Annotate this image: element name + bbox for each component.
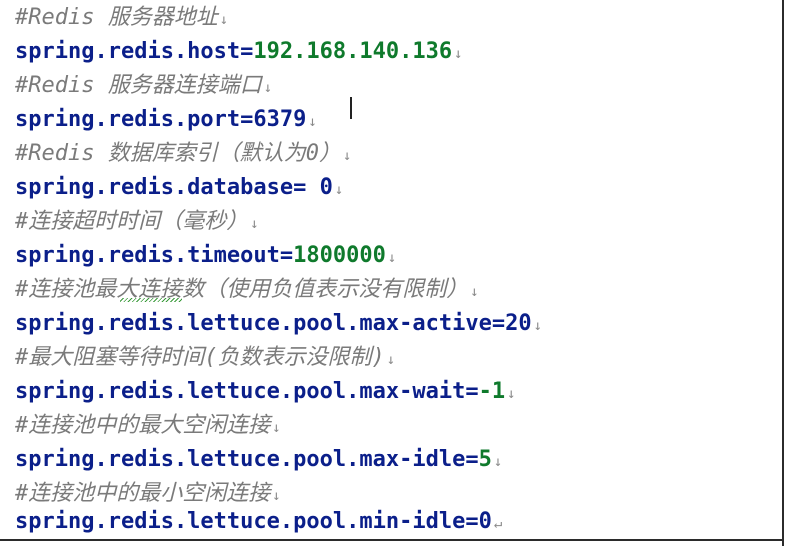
- paragraph-mark-icon: ↓: [250, 216, 259, 232]
- config-line[interactable]: spring.redis.timeout=1800000 ↓: [15, 239, 396, 273]
- paragraph-mark-icon: ↓: [470, 284, 479, 300]
- paragraph-mark-icon: ↓: [263, 80, 273, 96]
- comment-line: #Redis 服务器连接端口 ↓: [15, 69, 272, 103]
- config-value: 1800000: [293, 243, 386, 268]
- spellcheck-squiggle: [120, 298, 182, 302]
- paragraph-mark-icon: ↓: [308, 114, 317, 130]
- comment-text: #Redis 数据库索引（默认为0）: [15, 141, 341, 166]
- config-line[interactable]: spring.redis.lettuce.pool.min-idle=0 ↵: [15, 505, 502, 539]
- paragraph-mark-icon: ↓: [272, 488, 281, 504]
- comment-text: #连接超时时间（毫秒）: [15, 209, 249, 234]
- config-key: spring.redis.lettuce.pool.max-idle=: [15, 447, 479, 472]
- comment-line: #最大阻塞等待时间(负数表示没限制) ↓: [15, 341, 395, 375]
- text-cursor: [350, 97, 352, 119]
- paragraph-mark-icon: ↓: [272, 420, 281, 436]
- comment-text: #连接池中的最小空闲连接: [15, 481, 271, 506]
- config-key: spring.redis.lettuce.pool.min-idle=: [15, 509, 479, 534]
- comment-text: #连接池最大连接数（使用负值表示没有限制）: [15, 277, 469, 302]
- config-key: spring.redis.lettuce.pool.max-wait=: [15, 379, 479, 404]
- config-line[interactable]: spring.redis.host=192.168.140.136 ↓: [15, 35, 463, 69]
- config-value: 0: [319, 175, 333, 200]
- document-page: #Redis 服务器地址 ↓ spring.redis.host=192.168.…: [0, 0, 790, 546]
- config-key: spring.redis.database=: [15, 175, 320, 200]
- config-line[interactable]: spring.redis.lettuce.pool.max-idle=5 ↓: [15, 443, 502, 477]
- comment-line: #连接池最大连接数（使用负值表示没有限制） ↓: [15, 273, 479, 307]
- config-value: 5: [478, 447, 492, 472]
- comment-line: #连接超时时间（毫秒） ↓: [15, 205, 259, 239]
- config-key: spring.redis.port=: [15, 107, 254, 132]
- config-line[interactable]: spring.redis.lettuce.pool.max-wait=-1 ↓: [15, 375, 516, 409]
- config-key: spring.redis.host=: [15, 39, 254, 64]
- config-value: 0: [478, 509, 492, 534]
- comment-text: #连接池中的最大空闲连接: [15, 413, 271, 438]
- paragraph-mark-icon: ↓: [493, 454, 503, 470]
- comment-text: #最大阻塞等待时间(负数表示没限制): [15, 345, 385, 370]
- comment-line: #Redis 数据库索引（默认为0） ↓: [15, 137, 351, 171]
- config-line[interactable]: spring.redis.port=6379 ↓: [15, 103, 317, 137]
- paragraph-mark-icon: ↓: [219, 12, 229, 28]
- config-key: spring.redis.timeout=: [15, 243, 294, 268]
- comment-text: #Redis 服务器地址: [15, 5, 218, 30]
- paragraph-mark-icon: ↓: [533, 318, 543, 334]
- paragraph-mark-icon: ↓: [507, 386, 516, 402]
- config-value: 192.168.140.136: [253, 39, 453, 64]
- paragraph-mark-icon: ↓: [334, 182, 344, 198]
- config-value: -1: [478, 379, 506, 404]
- config-line[interactable]: spring.redis.lettuce.pool.max-active=20 ↓: [15, 307, 542, 341]
- paragraph-mark-icon: ↓: [387, 250, 397, 266]
- page-edge-bottom: [0, 539, 784, 541]
- paragraph-mark-icon: ↓: [342, 148, 352, 164]
- comment-text: #Redis 服务器连接端口: [15, 73, 262, 98]
- config-value: 20: [505, 311, 532, 336]
- comment-line: #连接池中的最大空闲连接 ↓: [15, 409, 281, 443]
- paragraph-mark-icon: ↓: [386, 352, 396, 368]
- config-value: 6379: [253, 107, 307, 132]
- paragraph-mark-icon: ↓: [454, 46, 463, 62]
- paragraph-return-icon: ↵: [493, 516, 503, 532]
- comment-line: #Redis 服务器地址 ↓: [15, 1, 228, 35]
- config-line[interactable]: spring.redis.database= 0 ↓: [15, 171, 343, 205]
- config-key: spring.redis.lettuce.pool.max-active=: [15, 311, 506, 336]
- page-edge-right: [782, 0, 784, 546]
